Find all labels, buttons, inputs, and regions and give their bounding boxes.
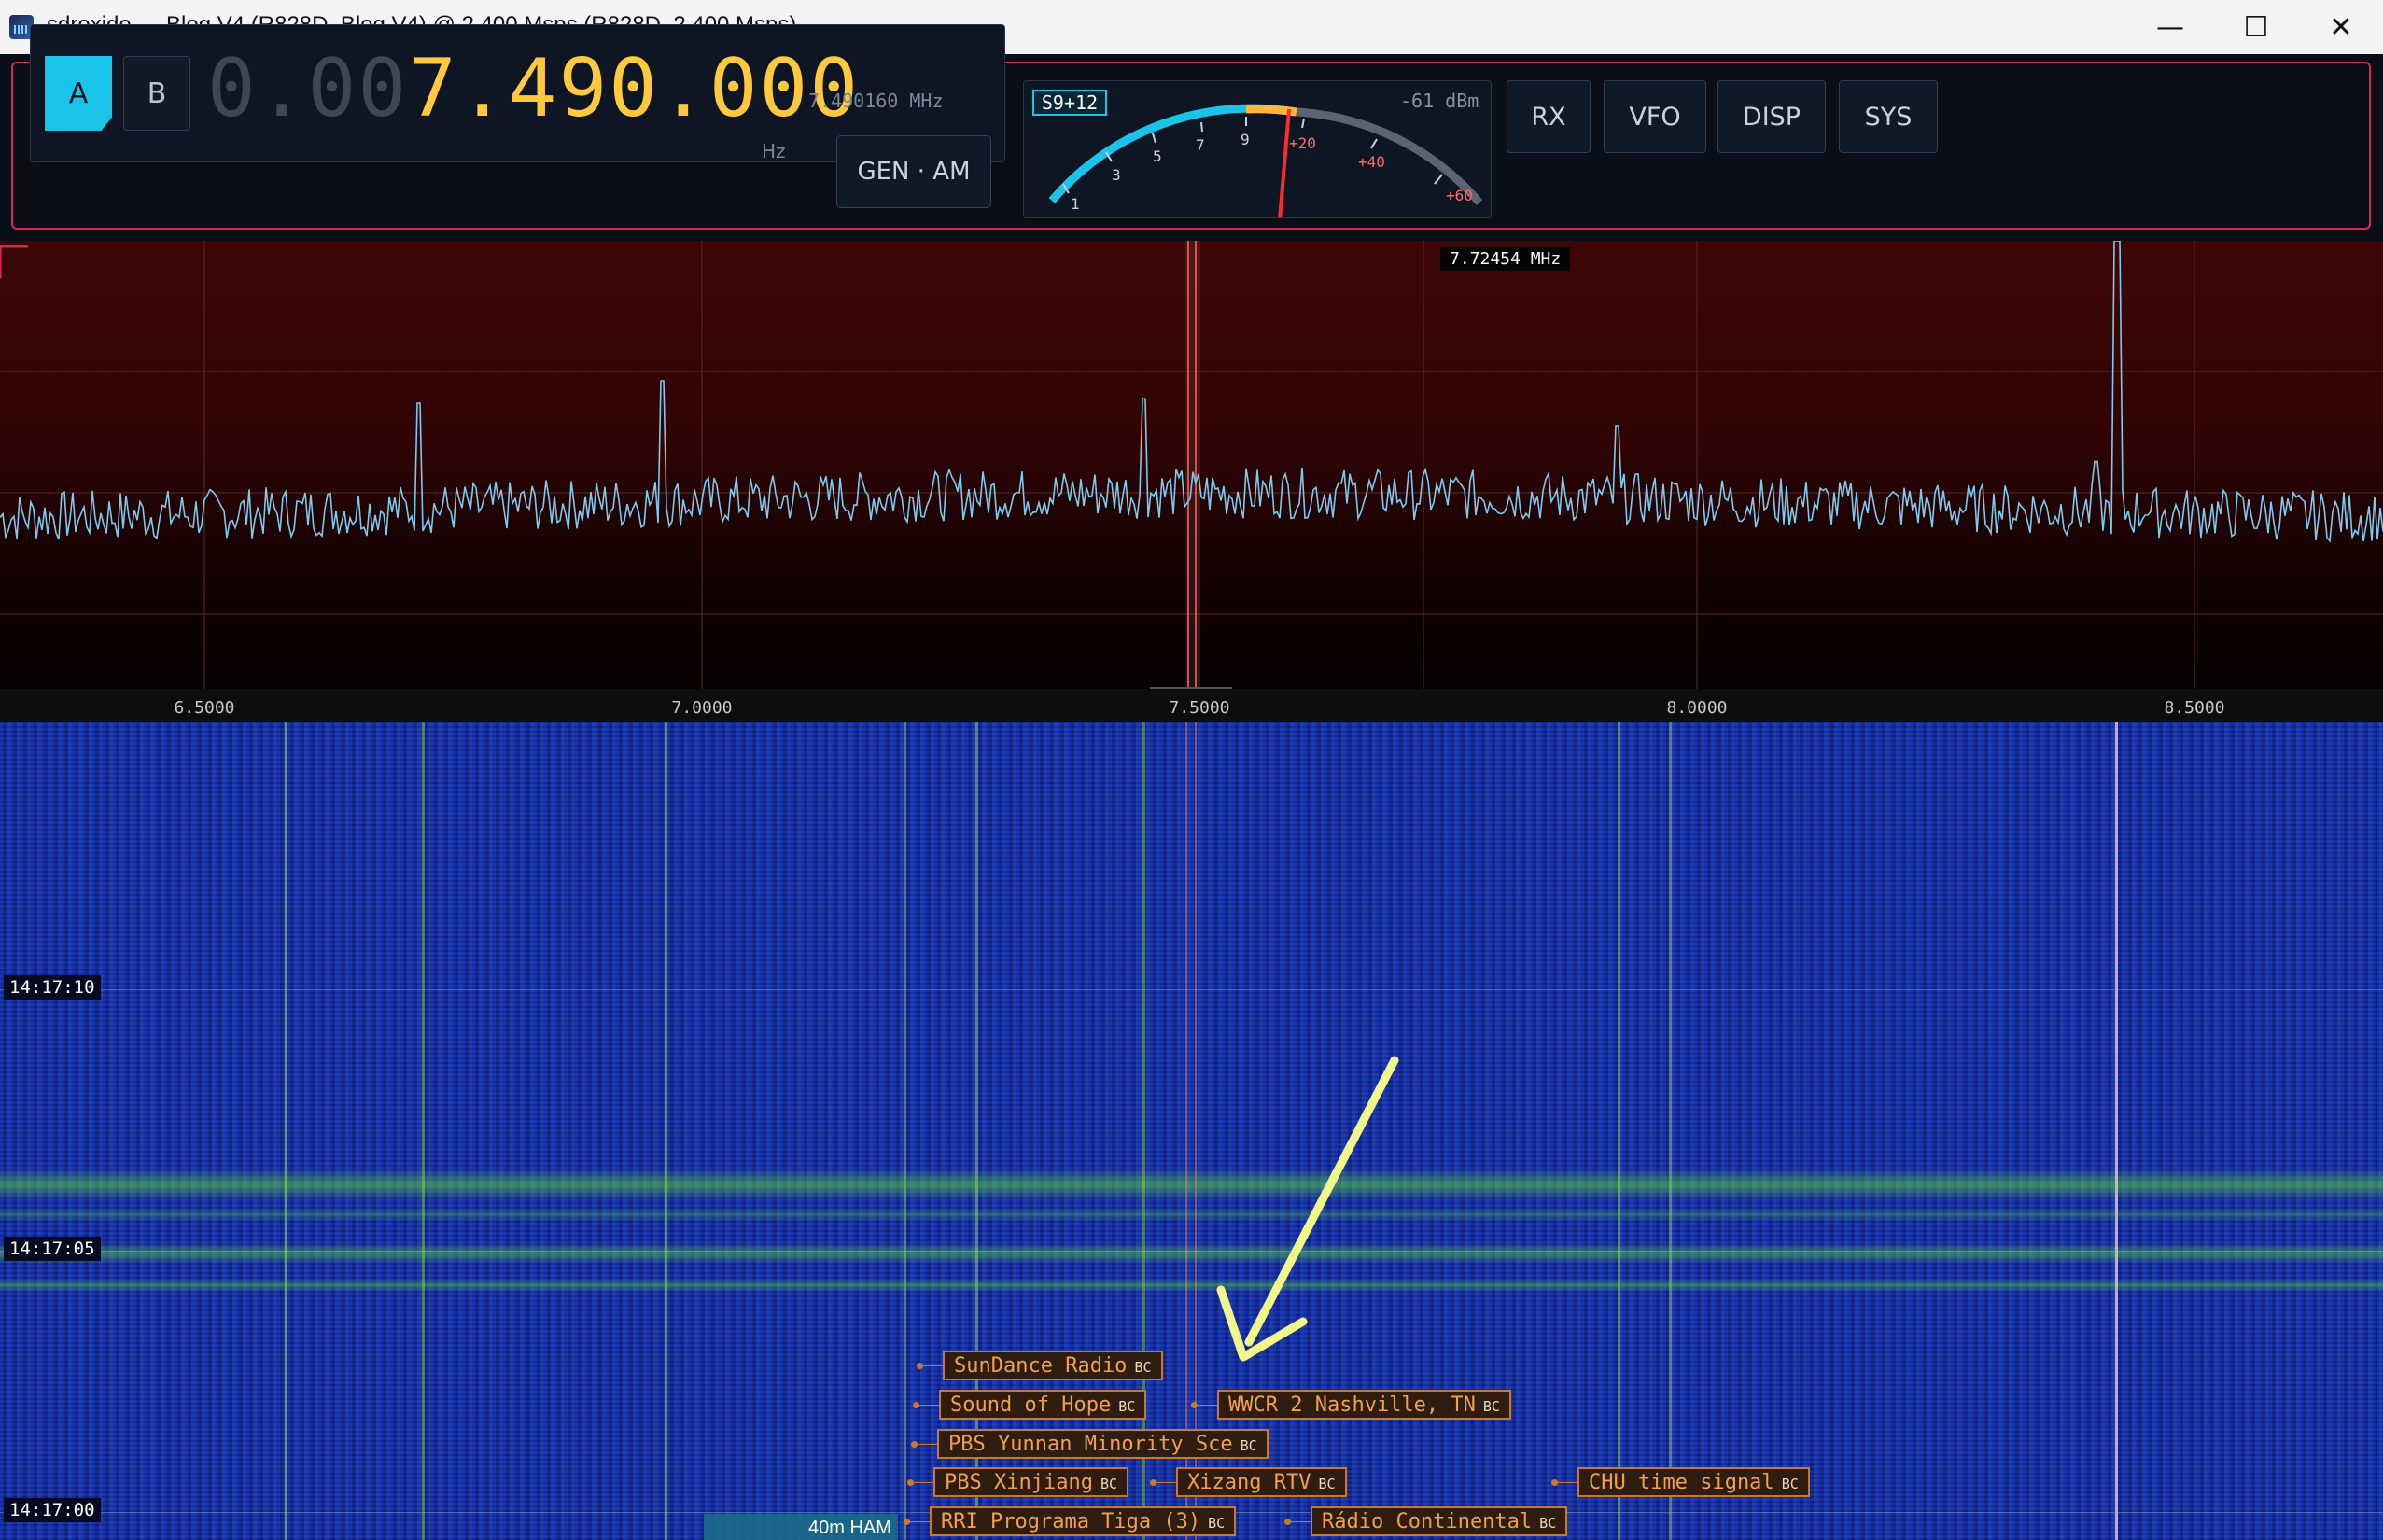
s-meter-badge: S9+12 [1032, 90, 1107, 116]
time-label: 14:17:00 [4, 1498, 101, 1522]
station-name: WWCR 2 Nashville, TN [1228, 1393, 1476, 1417]
station-type-badge: BC [1539, 1515, 1557, 1532]
station-label[interactable]: Xizang RTV BC [1150, 1467, 1347, 1497]
station-name: SunDance Radio [954, 1354, 1128, 1378]
frequency-digits[interactable]: 0.007.490.000 [207, 49, 860, 129]
band-plan-label: 40m HAM [808, 1518, 891, 1538]
station-type-badge: BC [1482, 1398, 1500, 1415]
minimize-button[interactable]: — [2128, 0, 2212, 54]
vfo-a-button[interactable]: A [45, 56, 112, 131]
station-label[interactable]: Sound of Hope BC [912, 1390, 1147, 1420]
station-label[interactable]: PBS Yunnan Minority Sce BC [911, 1429, 1269, 1459]
waterfall-tuning-marker [1195, 722, 1197, 1540]
frequency-leading-digits: 0.00 [207, 42, 409, 135]
peak-frequency-label: 7.72454 MHz [1440, 247, 1571, 271]
s-meter-label-9: 9 [1241, 131, 1250, 148]
s-meter-label-7: 7 [1196, 136, 1205, 154]
waterfall[interactable] [0, 722, 2383, 1540]
station-type-badge: BC [1240, 1437, 1257, 1454]
maximize-button[interactable]: ☐ [2214, 0, 2298, 54]
s-meter-label-3: 3 [1112, 166, 1121, 184]
station-name: PBS Yunnan Minority Sce [948, 1433, 1233, 1456]
station-name: PBS Xinjiang [945, 1471, 1093, 1494]
time-label: 14:17:10 [4, 975, 101, 1000]
waterfall-signal-band [0, 1169, 2383, 1200]
waterfall-carrier [1669, 722, 1672, 1540]
time-rule [0, 989, 2383, 990]
waterfall-tuning-marker [1185, 722, 1187, 1540]
waterfall-signal-band [0, 1208, 2383, 1221]
axis-tick-label: 7.0000 [671, 698, 733, 718]
station-label[interactable]: RRI Programa Tiga (3) BC [903, 1506, 1237, 1536]
s-meter-label-1: 1 [1071, 195, 1080, 213]
station-name: RRI Programa Tiga (3) [941, 1510, 1201, 1533]
spectrum-plot[interactable] [0, 241, 2383, 689]
station-type-badge: BC [1781, 1476, 1799, 1492]
waterfall-carrier [1618, 722, 1620, 1540]
s-meter-label-plus20: +20 [1289, 134, 1316, 152]
close-button[interactable]: ✕ [2299, 0, 2383, 54]
frequency-readout: 7.490160 MHz [808, 90, 944, 112]
spectrum-svg [0, 241, 2383, 689]
axis-tick-label: 7.5000 [1169, 698, 1230, 718]
station-type-badge: BC [1208, 1515, 1226, 1532]
s-meter-arc-blue [1048, 104, 1296, 203]
signal-dbm: -61 dBm [1400, 90, 1479, 112]
waterfall-signal-band [0, 1243, 2383, 1264]
sys-menu-button[interactable]: SYS [1839, 80, 1938, 153]
axis-tick-label: 8.5000 [2164, 698, 2225, 718]
station-type-badge: BC [1134, 1359, 1152, 1376]
axis-tick-label: 6.5000 [174, 698, 235, 718]
waterfall-carrier [422, 722, 425, 1540]
station-type-badge: BC [1100, 1476, 1118, 1492]
station-label[interactable]: CHU time signal BC [1551, 1467, 1810, 1497]
waterfall-carrier [665, 722, 667, 1540]
tuning-passband [1185, 241, 1199, 689]
s-meter-needle [1278, 108, 1291, 217]
waterfall-signal-band [0, 1279, 2383, 1292]
annotation-arrow [1216, 1056, 1399, 1362]
frequency-unit: Hz [762, 140, 786, 162]
station-name: Xizang RTV [1187, 1471, 1311, 1494]
station-type-badge: BC [1118, 1398, 1136, 1415]
station-label[interactable]: Rádio Continental BC [1283, 1506, 1568, 1536]
time-rule [0, 1251, 2383, 1252]
waterfall-carrier [904, 722, 906, 1540]
station-label[interactable]: SunDance Radio BC [917, 1351, 1163, 1380]
station-label[interactable]: PBS Xinjiang BC [906, 1467, 1129, 1497]
s-meter-label-plus60: +60 [1446, 187, 1473, 204]
mode-button[interactable]: GEN · AM [836, 135, 991, 208]
spectrum-corner-marker [0, 245, 28, 278]
frequency-main-digits: 7.490.000 [408, 42, 861, 135]
vfo-b-button[interactable]: B [123, 56, 190, 131]
station-label[interactable]: WWCR 2 Nashville, TN BC [1191, 1390, 1511, 1420]
disp-menu-button[interactable]: DISP [1717, 80, 1826, 153]
vfo-menu-button[interactable]: VFO [1604, 80, 1706, 153]
time-label: 14:17:05 [4, 1237, 101, 1261]
station-type-badge: BC [1318, 1476, 1336, 1492]
waterfall-strong-carrier [2115, 722, 2118, 1540]
station-name: CHU time signal [1589, 1471, 1774, 1494]
station-name: Rádio Continental [1322, 1510, 1533, 1533]
s-meter-label-plus40: +40 [1358, 153, 1385, 171]
waterfall-carrier [285, 722, 287, 1540]
station-name: Sound of Hope [950, 1393, 1112, 1417]
axis-tick-label: 8.0000 [1666, 698, 1728, 718]
rx-menu-button[interactable]: RX [1507, 80, 1591, 153]
s-meter-label-5: 5 [1153, 147, 1162, 165]
